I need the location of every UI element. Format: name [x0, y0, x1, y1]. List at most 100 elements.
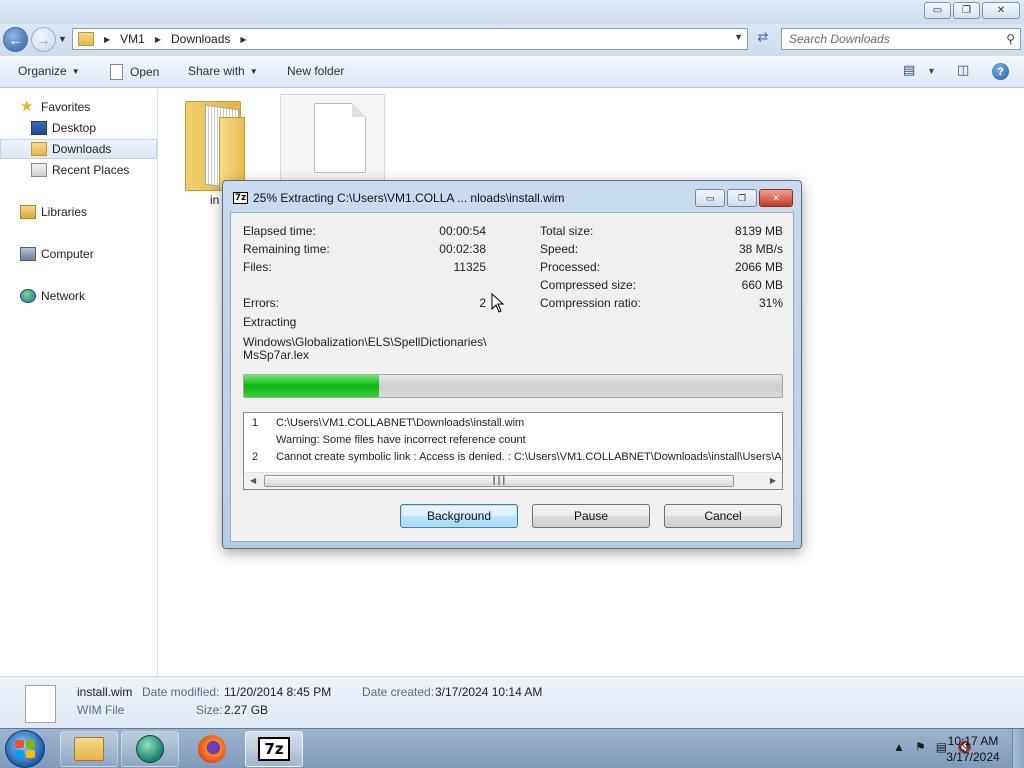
messages-list[interactable]: 1 C:\Users\VM1.COLLABNET\Downloads\insta… — [243, 412, 783, 490]
pause-button[interactable]: Pause — [532, 504, 650, 528]
files-value: 11325 — [453, 260, 486, 274]
message-number: 1 — [252, 417, 259, 429]
organize-button[interactable]: Organize ▼ — [18, 64, 80, 78]
details-date-modified: 11/20/2014 8:45 PM — [224, 685, 332, 699]
clock[interactable]: 10:17 AM 3/17/2024 — [934, 733, 1012, 765]
explorer-icon — [74, 737, 104, 761]
sidebar-item-network[interactable]: Network — [0, 286, 157, 306]
change-view-icon[interactable]: ▤ — [903, 62, 915, 78]
extract-progress-bar — [243, 374, 783, 398]
details-size: 2.27 GB — [224, 703, 269, 717]
details-size-label: Size: — [196, 703, 223, 717]
scrollbar-thumb[interactable]: ┃┃┃ — [264, 475, 734, 487]
details-date-modified-label: Date modified: — [142, 685, 220, 699]
address-row: ← → ▼ ▶ VM1 ▶ Downloads ▶ ▼ ⇄ Search Dow… — [0, 24, 1024, 56]
minimize-button[interactable]: ▭ — [924, 2, 951, 19]
sidebar-item-label: Desktop — [52, 121, 97, 135]
elapsed-time-label: Elapsed time: — [243, 224, 316, 238]
chevron-right-icon[interactable]: ▶ — [234, 35, 252, 44]
breadcrumb-downloads[interactable]: Downloads — [167, 32, 234, 46]
dialog-minimize-button[interactable]: ▭ — [695, 189, 725, 207]
back-button[interactable]: ← — [3, 27, 28, 52]
show-desktop-button[interactable] — [1012, 729, 1024, 768]
libraries-icon — [20, 205, 36, 219]
action-center-flag-icon[interactable]: ⚑ — [915, 740, 926, 754]
organize-label: Organize — [18, 64, 67, 78]
sidebar-item-desktop[interactable]: Desktop — [0, 118, 157, 138]
recent-pages-dropdown-icon[interactable]: ▼ — [58, 34, 67, 44]
sidebar-item-favorites[interactable]: ★ Favorites — [0, 97, 157, 117]
file-icon — [314, 103, 366, 173]
forward-button[interactable]: → — [31, 27, 56, 52]
view-options-dropdown-icon[interactable]: ▼ — [927, 66, 936, 76]
processed-value: 2066 MB — [734, 260, 783, 274]
new-folder-button[interactable]: New folder — [287, 64, 344, 78]
file-icon — [25, 685, 56, 723]
scroll-left-icon[interactable]: ◀ — [250, 476, 256, 485]
folder-item-icon[interactable] — [185, 97, 249, 191]
search-icon[interactable]: ⚲ — [1006, 32, 1015, 46]
dialog-close-button[interactable]: ✕ — [759, 189, 793, 207]
compressed-size-value: 660 MB — [741, 278, 783, 292]
current-path-line1: Windows\Globalization\ELS\SpellDictionar… — [243, 335, 487, 349]
taskbar: 7z ▲ ⚑ ▤ 🔇 10:17 AM 3/17/2024 — [0, 728, 1024, 768]
sidebar-item-label: Network — [41, 289, 86, 303]
share-with-button[interactable]: Share with ▼ — [188, 64, 258, 78]
windows-logo-icon — [15, 740, 35, 758]
recent-places-icon — [31, 163, 47, 177]
address-bar[interactable]: ▶ VM1 ▶ Downloads ▶ ▼ — [72, 28, 748, 50]
computer-icon — [20, 247, 36, 261]
open-label: Open — [130, 65, 160, 79]
downloads-folder-icon — [31, 142, 47, 156]
message-number: 2 — [252, 451, 259, 463]
network-icon — [20, 289, 36, 303]
maximize-button[interactable]: ❐ — [953, 2, 980, 19]
sidebar-item-label: Libraries — [41, 205, 88, 219]
message-text: Cannot create symbolic link : Access is … — [276, 451, 783, 463]
cancel-button[interactable]: Cancel — [664, 504, 782, 528]
sidebar-item-computer[interactable]: Computer — [0, 244, 157, 264]
star-icon: ★ — [20, 98, 34, 115]
close-button[interactable]: ✕ — [982, 2, 1020, 19]
dialog-title-text: 25% Extracting C:\Users\VM1.COLLA ... nl… — [253, 191, 565, 205]
sidebar-item-label: Downloads — [52, 142, 112, 156]
show-hidden-icons-icon[interactable]: ▲ — [893, 740, 905, 754]
navigation-pane: ★ Favorites Desktop Downloads Recent Pla… — [0, 89, 158, 676]
dialog-maximize-button[interactable]: ❐ — [727, 189, 757, 207]
refresh-icon[interactable]: ⇄ — [752, 29, 774, 49]
start-button[interactable] — [5, 730, 45, 768]
processed-label: Processed: — [540, 260, 601, 274]
sidebar-item-downloads[interactable]: Downloads — [0, 139, 157, 159]
sidebar-item-label: Favorites — [41, 100, 91, 114]
open-button[interactable]: Open — [110, 64, 159, 80]
details-file-name: install.wim — [77, 685, 133, 699]
horizontal-scrollbar[interactable]: ◀ ┃┃┃ ▶ — [244, 472, 782, 489]
total-size-value: 8139 MB — [734, 224, 783, 238]
compression-ratio-label: Compression ratio: — [540, 296, 641, 310]
breadcrumb-vm1[interactable]: VM1 — [116, 32, 149, 46]
7zip-icon: 7z — [258, 737, 290, 761]
dialog-title: 7z 25% Extracting C:\Users\VM1.COLLA ...… — [233, 191, 564, 205]
scroll-right-icon[interactable]: ▶ — [770, 476, 776, 485]
taskbar-explorer[interactable] — [60, 731, 118, 767]
chevron-down-icon: ▼ — [249, 66, 258, 76]
taskbar-media-player[interactable] — [121, 731, 179, 767]
search-input[interactable]: Search Downloads ⚲ — [781, 28, 1021, 50]
command-bar: Organize ▼ Open Share with ▼ New folder … — [0, 56, 1024, 88]
help-icon[interactable]: ? — [992, 63, 1009, 80]
sidebar-item-recent-places[interactable]: Recent Places — [0, 160, 157, 180]
chevron-right-icon[interactable]: ▶ — [98, 35, 116, 44]
extract-progress-dialog: 7z 25% Extracting C:\Users\VM1.COLLA ...… — [222, 180, 802, 549]
chevron-right-icon[interactable]: ▶ — [149, 35, 167, 44]
details-date-created: 3/17/2024 10:14 AM — [435, 685, 543, 699]
background-button[interactable]: Background — [400, 504, 518, 528]
address-dropdown-icon[interactable]: ▼ — [734, 32, 743, 42]
desktop-icon — [31, 121, 47, 135]
sidebar-item-libraries[interactable]: Libraries — [0, 202, 157, 222]
preview-pane-icon[interactable]: ◫ — [957, 62, 969, 78]
folder-item-label[interactable]: in — [210, 193, 219, 207]
explorer-titlebar: ▭ ❐ ✕ — [0, 0, 1024, 24]
chevron-down-icon: ▼ — [71, 66, 80, 76]
taskbar-firefox[interactable] — [183, 731, 241, 767]
taskbar-7zip[interactable]: 7z — [245, 731, 303, 767]
